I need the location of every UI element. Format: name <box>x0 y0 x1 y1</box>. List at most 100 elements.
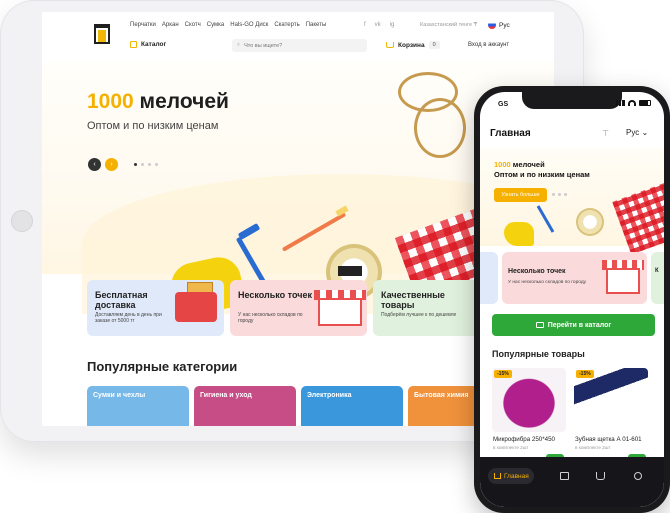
signal-icon <box>616 100 625 106</box>
tablecloth-image <box>612 181 664 255</box>
catalog-icon <box>535 322 544 328</box>
popular-products-heading: Популярные товары <box>492 349 585 359</box>
cart-label: Корзина <box>398 41 425 49</box>
search-input[interactable] <box>244 42 355 49</box>
cart-icon <box>386 42 394 48</box>
feature-desc: Доставляем день в день при заказе от 500… <box>95 312 162 324</box>
phone-device: GS Главная ⊤ Рус ⌄ 1000 мелочей Оптом и … <box>474 86 670 513</box>
slider-dot[interactable] <box>134 163 137 166</box>
category-label: Гигиена и уход <box>200 392 252 399</box>
nav-link[interactable]: Перчатки <box>130 22 156 28</box>
page-title: Главная <box>490 128 531 139</box>
nav-link[interactable]: Скотч <box>185 22 201 28</box>
hero-title: 1000 мелочей <box>494 160 545 169</box>
catalog-icon <box>130 41 137 48</box>
tab-home-label: Главная <box>504 472 529 480</box>
site-header: Перчатки Аркан Скотч Сумка Hals-GO Диск … <box>42 12 554 62</box>
catalog-button[interactable]: Каталог <box>130 41 166 48</box>
user-tab-icon[interactable] <box>634 472 642 480</box>
nav-link[interactable]: Сумка <box>207 22 224 28</box>
go-to-catalog-button[interactable]: Перейти в каталог <box>492 314 655 336</box>
category-label: Бытовая химия <box>414 392 469 399</box>
cart-count-badge: 0 <box>428 41 440 49</box>
hero-banner: 1000 мелочей Оптом и по низким ценам Узн… <box>480 148 664 255</box>
status-icons <box>616 100 651 106</box>
status-time: GS <box>498 101 509 108</box>
feature-card-quality[interactable]: К <box>651 252 664 304</box>
language-selector[interactable]: Рус <box>488 21 510 29</box>
product-name: Микрофибра 250*450 <box>493 436 555 443</box>
site-logo[interactable] <box>94 24 110 50</box>
shop-icon <box>318 298 362 326</box>
product-meta: в комплекте 2шт <box>575 445 611 450</box>
feature-card-points[interactable]: Несколько точек У нас несколько складов … <box>230 280 367 336</box>
top-category-links: Перчатки Аркан Скотч Сумка Hals-GO Диск … <box>130 22 326 28</box>
product-name: Зубная щетка А 01-601 <box>575 436 642 443</box>
feature-desc: У нас несколько складов по городу <box>508 280 587 285</box>
slider-dot[interactable] <box>552 193 555 196</box>
discount-badge: -15% <box>576 370 594 378</box>
bottom-tab-bar: Главная <box>480 457 664 507</box>
slider-dot[interactable] <box>564 193 567 196</box>
catalog-label: Каталог <box>141 41 167 48</box>
currency-selector[interactable]: Казахстанский тенге ₸ <box>420 22 477 28</box>
marketing-mockup: Перчатки Аркан Скотч Сумка Hals-GO Диск … <box>0 0 670 513</box>
feature-desc: Подберём лучшее к по дешевле <box>381 312 457 318</box>
hero-title: 1000 мелочей <box>87 90 229 113</box>
cart-tab-icon[interactable] <box>596 472 605 480</box>
catalog-tab-icon[interactable] <box>560 472 569 480</box>
feature-card-delivery[interactable]: Бесплатная доставка Доставляем день в де… <box>87 280 224 336</box>
tab-home[interactable]: Главная <box>488 468 534 484</box>
hero-subtitle: Оптом и по низким ценам <box>494 170 590 179</box>
feature-card-points[interactable]: Несколько точек У нас несколько складов … <box>502 252 647 304</box>
tape-image <box>576 208 604 236</box>
slider-dot[interactable] <box>155 163 158 166</box>
rope-image <box>414 98 466 158</box>
shop-icon <box>606 268 640 294</box>
social-links: f vk ig <box>364 22 394 28</box>
learn-more-button[interactable]: Узнать больше <box>494 188 547 202</box>
feature-title: Бесплатная доставка <box>95 290 148 310</box>
slider-next-button[interactable]: › <box>105 158 118 171</box>
home-icon <box>494 473 501 479</box>
feature-desc: У нас несколько складов по городу <box>238 312 303 324</box>
category-label: Сумки и чехлы <box>93 392 146 399</box>
razor-image <box>536 205 555 233</box>
hero-subtitle: Оптом и по низким ценам <box>87 120 219 132</box>
discount-badge: -15% <box>494 370 512 378</box>
category-card[interactable]: Сумки и чехлы <box>87 386 189 426</box>
search-bar: ⌕ <box>232 39 367 52</box>
search-icon: ⌕ <box>237 42 241 48</box>
slider-prev-button[interactable]: ‹ <box>88 158 101 171</box>
wifi-icon <box>628 100 636 106</box>
language-selector[interactable]: Рус ⌄ <box>626 128 648 137</box>
slider-dots <box>134 163 158 166</box>
facebook-icon[interactable]: f <box>364 22 366 28</box>
feature-title: Несколько точек <box>238 290 312 300</box>
phone-screen: GS Главная ⊤ Рус ⌄ 1000 мелочей Оптом и … <box>480 92 664 507</box>
feature-title: К <box>655 268 659 274</box>
instagram-icon[interactable]: ig <box>390 22 395 28</box>
tablet-home-button <box>11 210 33 232</box>
nav-link[interactable]: Пакеты <box>306 22 327 28</box>
nav-link[interactable]: Hals-GO Диск <box>230 22 268 28</box>
cart-button[interactable]: Корзина 0 <box>386 41 440 49</box>
truck-icon <box>175 292 217 322</box>
slider-dot[interactable] <box>141 163 144 166</box>
filter-icon[interactable]: ⊤ <box>602 129 609 138</box>
language-label: Рус <box>499 21 510 29</box>
slider-dot[interactable] <box>148 163 151 166</box>
phone-notch <box>522 92 622 109</box>
category-card[interactable]: Гигиена и уход <box>194 386 296 426</box>
feature-card-delivery[interactable] <box>480 252 498 304</box>
category-card[interactable]: Электроника <box>301 386 403 426</box>
login-link[interactable]: Вход в аккаунт <box>468 42 509 48</box>
catalog-button-label: Перейти в каталог <box>547 321 612 329</box>
category-label: Электроника <box>307 392 352 399</box>
nav-link[interactable]: Скатерть <box>274 22 299 28</box>
tape-label-image <box>338 266 362 276</box>
popular-categories-heading: Популярные категории <box>87 359 238 374</box>
slider-dot[interactable] <box>558 193 561 196</box>
nav-link[interactable]: Аркан <box>162 22 179 28</box>
vk-icon[interactable]: vk <box>375 22 381 28</box>
